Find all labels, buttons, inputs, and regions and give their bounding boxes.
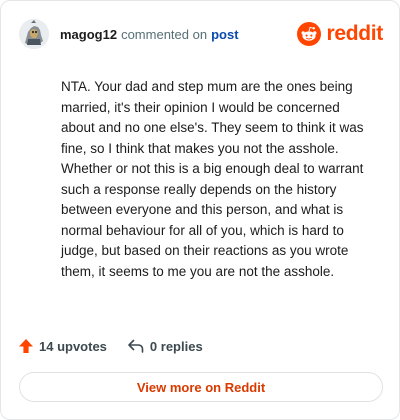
avatar-image xyxy=(19,19,49,49)
comment-header: magog12 commented on post reddit xyxy=(19,17,383,51)
comment-action-text: commented on xyxy=(121,26,208,42)
reddit-wordmark: reddit xyxy=(326,22,383,45)
comment-body: NTA. Your dad and step mum are the ones … xyxy=(61,79,364,279)
reply-arrow-icon xyxy=(128,339,144,353)
replies-stat[interactable]: 0 replies xyxy=(127,338,203,354)
comment-stats: 14 upvotes 0 replies xyxy=(18,338,203,354)
reddit-brand[interactable]: reddit xyxy=(297,22,383,46)
view-more-on-reddit-button[interactable]: View more on Reddit xyxy=(19,372,383,402)
upvotes-stat[interactable]: 14 upvotes xyxy=(18,338,107,354)
upvote-arrow-icon xyxy=(19,339,33,353)
replies-count: 0 replies xyxy=(149,338,203,354)
post-link[interactable]: post xyxy=(211,27,238,42)
username[interactable]: magog12 xyxy=(60,27,117,42)
user-avatar[interactable] xyxy=(19,19,49,49)
reddit-logo-icon xyxy=(297,22,322,46)
upvotes-count: 14 upvotes xyxy=(39,338,107,354)
comment-meta: magog12 commented on post xyxy=(60,27,239,42)
reddit-comment-embed-card: magog12 commented on post reddit NTA. Yo… xyxy=(0,0,400,420)
